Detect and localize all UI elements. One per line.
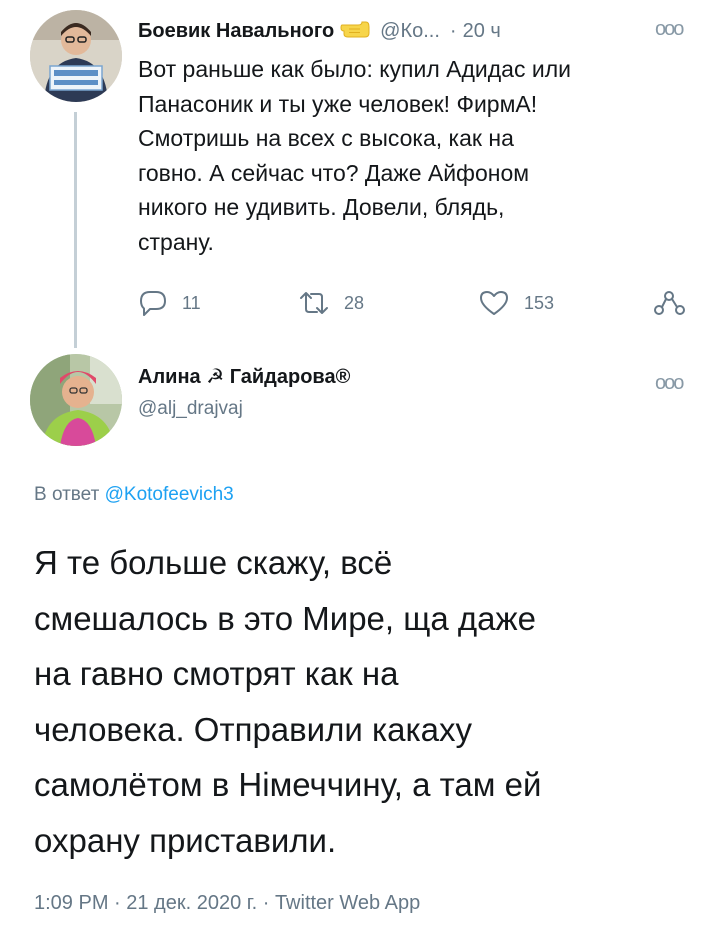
- tweet1-handle[interactable]: @Ко...: [380, 20, 440, 43]
- tweet2-author-name[interactable]: Алина ☭ Гайдарова®: [138, 364, 350, 389]
- avatar-alina[interactable]: [30, 354, 122, 446]
- hand-emoji-icon: [340, 17, 370, 45]
- avatar-image: [30, 10, 122, 102]
- retweet-icon: [300, 292, 328, 314]
- tweet1-line: страну.: [138, 228, 214, 255]
- share-button[interactable]: [652, 286, 686, 320]
- tweet2-line: человека. Отправили какаху: [34, 710, 473, 748]
- reply-prefix: В ответ: [34, 484, 100, 505]
- reply-count: 11: [182, 292, 201, 313]
- tweet1-author-name[interactable]: Боевик Навального: [138, 20, 334, 43]
- tweet1-line: никого не удивить. Довели, блядь,: [138, 194, 505, 220]
- like-icon: [480, 291, 508, 315]
- tweet1-line: Смотришь на всех с высока, как на: [138, 125, 514, 151]
- tweet1-line: Панасоник и ты уже человек! ФирмА!: [138, 90, 538, 117]
- avatar-image: [30, 354, 122, 446]
- tweet1-time[interactable]: 20 ч: [463, 20, 501, 43]
- more-icon[interactable]: ooo: [655, 372, 684, 395]
- reply-mention-link[interactable]: @Kotofeevich3: [105, 484, 234, 505]
- reply-icon: [140, 291, 166, 316]
- retweet-button[interactable]: 28: [298, 286, 364, 320]
- thread-line: [74, 112, 77, 348]
- reply-button[interactable]: 11: [138, 286, 201, 320]
- tweet1-header: Боевик Навального @Ко... · 20 ч: [138, 14, 501, 48]
- tweet2-line: Я те больше скажу, всё: [34, 544, 393, 581]
- avatar-boevik[interactable]: [30, 10, 122, 102]
- tweet2-line: охрану приставили.: [34, 821, 337, 859]
- tweet2-line: самолётом в Німеччину, а там ей: [34, 766, 542, 803]
- tweet2-line: на гавно смотрят как на: [34, 655, 399, 692]
- tweet2-handle[interactable]: @alj_drajvaj: [138, 398, 243, 420]
- tweet2-text: Я те больше скажу, всё смешалось в это М…: [34, 535, 704, 868]
- separator-dot: ·: [449, 19, 457, 42]
- tweet1-text: Вот раньше как было: купил Адидас или Па…: [138, 52, 698, 259]
- tweet1-line: говно. А сейчас что? Даже Айфоном: [138, 159, 530, 186]
- reply-context: В ответ @Kotofeevich3: [34, 484, 234, 506]
- tweet2-timestamp[interactable]: 1:09 PM · 21 дек. 2020 г. · Twitter Web …: [34, 892, 420, 915]
- more-icon[interactable]: ooo: [655, 18, 684, 41]
- share-icon: [654, 291, 685, 315]
- tweet2-line: смешалось в это Мире, ща даже: [34, 599, 536, 637]
- tweet1-line: Вот раньше как было: купил Адидас или: [138, 56, 571, 82]
- like-count: 153: [524, 292, 555, 313]
- like-button[interactable]: 153: [478, 286, 554, 320]
- retweet-count: 28: [344, 292, 365, 313]
